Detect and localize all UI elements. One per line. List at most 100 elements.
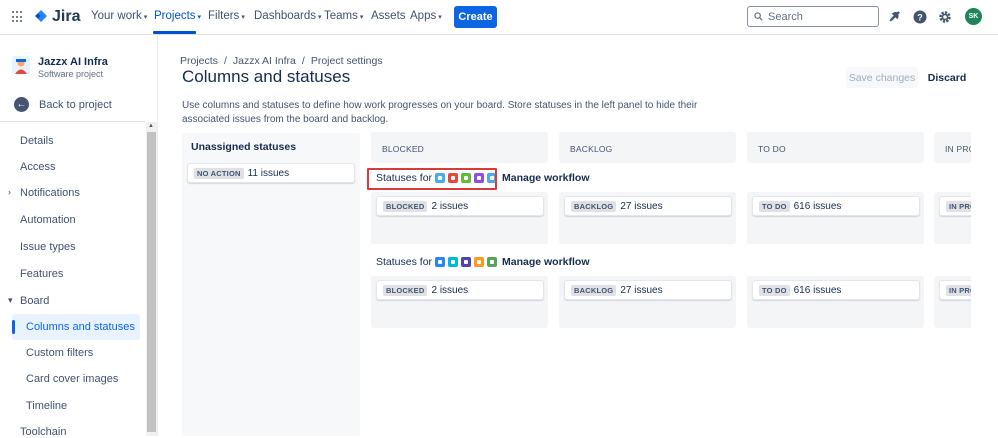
sidebar-item-details[interactable]: Details (20, 135, 54, 147)
manage-workflow-link[interactable]: Manage workflow (502, 172, 590, 184)
column-header-backlog[interactable]: BACKLOG (559, 132, 736, 163)
group-2-cell-to-do: TO DO 616 issues (747, 276, 924, 328)
status-lozenge: NO ACTION (194, 167, 244, 179)
nav-your-work[interactable]: Your work ▾ (91, 10, 147, 22)
status-card[interactable]: IN PRO (939, 196, 971, 216)
nav-projects[interactable]: Projects ▾ (154, 10, 201, 22)
chevron-down-icon: ▾ (143, 14, 148, 21)
jira-mark-icon (35, 10, 47, 22)
top-navigation: Jira Your work ▾ Projects ▾ Filters ▾ Dashb… (0, 0, 998, 35)
breadcrumb-project[interactable]: Jazzx AI Infra (233, 55, 296, 67)
breadcrumb-projects[interactable]: Projects (180, 55, 218, 67)
issue-type-icon (487, 257, 498, 267)
nav-teams[interactable]: Teams ▾ (324, 10, 363, 22)
status-card[interactable]: TO DO 616 issues (752, 280, 920, 300)
sidebar-active-indicator (12, 320, 15, 334)
nav-filters[interactable]: Filters ▾ (208, 10, 245, 22)
issue-count: 27 issues (620, 200, 663, 212)
issue-count: 616 issues (793, 284, 842, 296)
sidebar-item-features[interactable]: Features (20, 268, 63, 280)
status-card[interactable]: BLOCKED 2 issues (376, 280, 544, 300)
column-header-in-progress[interactable]: IN PRO (934, 132, 971, 163)
discard-button[interactable]: Discard (924, 67, 970, 88)
group-1-cell-blocked: BLOCKED 2 issues (371, 192, 548, 244)
sidebar-item-automation[interactable]: Automation (20, 214, 76, 226)
highlight-annotation-box (367, 168, 497, 190)
app-switcher-icon[interactable] (12, 11, 24, 23)
status-card[interactable]: TO DO 616 issues (752, 196, 920, 216)
issue-count: 11 issues (247, 167, 290, 179)
status-lozenge: TO DO (759, 284, 790, 296)
status-card[interactable]: IN PRO (939, 280, 971, 300)
scroll-up-arrow-icon[interactable]: ▲ (148, 123, 154, 129)
statuses-for-group-2: Statuses for (376, 256, 498, 268)
project-type: Software project (38, 69, 104, 79)
sidebar-item-issue-types[interactable]: Issue types (20, 241, 76, 253)
sidebar-item-columns-and-statuses[interactable]: Columns and statuses (26, 321, 135, 333)
status-card-no-action[interactable]: NO ACTION 11 issues (187, 163, 355, 183)
column-header-to-do[interactable]: TO DO (747, 132, 924, 163)
app-name: Jira (52, 8, 81, 25)
nav-assets[interactable]: Assets (371, 10, 406, 22)
sidebar-divider (0, 121, 145, 122)
group-2-cell-backlog: BACKLOG 27 issues (559, 276, 736, 328)
sidebar-item-timeline[interactable]: Timeline (26, 400, 67, 412)
sidebar-item-card-cover-images[interactable]: Card cover images (26, 373, 118, 385)
issue-type-icon (448, 257, 459, 267)
status-lozenge: TO DO (759, 200, 790, 212)
issue-type-icon (461, 257, 472, 267)
status-lozenge: IN PRO (946, 200, 971, 212)
group-2-cell-blocked: BLOCKED 2 issues (371, 276, 548, 328)
column-header-blocked[interactable]: BLOCKED (371, 132, 548, 163)
unassigned-statuses-panel: Unassigned statuses NO ACTION 11 issues (182, 133, 360, 436)
status-lozenge: BACKLOG (571, 284, 617, 296)
help-icon[interactable]: ? (911, 8, 928, 25)
arrow-left-icon: ← (14, 97, 29, 112)
chevron-down-icon[interactable]: ▾ (8, 295, 13, 306)
status-card[interactable]: BLOCKED 2 issues (376, 196, 544, 216)
save-changes-button[interactable]: Save changes (846, 67, 918, 88)
search-input[interactable]: Search (747, 6, 879, 27)
status-card[interactable]: BACKLOG 27 issues (564, 196, 732, 216)
group-1-cell-backlog: BACKLOG 27 issues (559, 192, 736, 244)
nav-dashboards[interactable]: Dashboards ▾ (254, 10, 322, 22)
sidebar-item-board[interactable]: Board (20, 295, 49, 307)
back-to-project-link[interactable]: ← Back to project (14, 97, 112, 112)
issue-count: 2 issues (431, 284, 469, 296)
project-avatar (12, 56, 30, 74)
issue-type-icon (474, 257, 485, 267)
status-lozenge: BLOCKED (383, 284, 428, 296)
user-avatar[interactable]: SK (965, 8, 982, 25)
settings-gear-icon[interactable] (936, 8, 953, 25)
notifications-icon[interactable] (886, 8, 903, 25)
issue-count: 616 issues (793, 200, 842, 212)
breadcrumb-project-settings[interactable]: Project settings (311, 55, 383, 67)
jira-logo[interactable]: Jira (34, 8, 80, 26)
chevron-down-icon: ▾ (241, 14, 245, 21)
manage-workflow-link[interactable]: Manage workflow (502, 256, 590, 268)
chevron-down-icon: ▾ (318, 14, 322, 21)
chevron-right-icon[interactable]: › (8, 187, 11, 197)
page-title: Columns and statuses (182, 67, 351, 86)
project-header[interactable]: Jazzx AI Infra Software project (12, 56, 108, 79)
create-button[interactable]: Create (454, 6, 497, 28)
group-1-cell-to-do: TO DO 616 issues (747, 192, 924, 244)
page-description: Use columns and statuses to define how w… (182, 100, 698, 125)
sidebar-item-access[interactable]: Access (20, 161, 55, 173)
issue-type-icon (435, 257, 446, 267)
chevron-down-icon: ▾ (359, 14, 364, 21)
project-name: Jazzx AI Infra (38, 56, 108, 68)
sidebar-item-notifications[interactable]: Notifications (20, 187, 80, 199)
status-lozenge: BACKLOG (571, 200, 617, 212)
svg-text:?: ? (917, 12, 923, 22)
nav-apps[interactable]: Apps ▾ (410, 10, 442, 22)
search-icon (754, 12, 763, 21)
issue-count: 2 issues (431, 200, 469, 212)
active-nav-indicator (153, 31, 196, 34)
sidebar-item-toolchain[interactable]: Toolchain (20, 426, 66, 438)
status-lozenge: BLOCKED (383, 200, 428, 212)
group-2-cell-in-progress: IN PRO (934, 276, 971, 328)
sidebar-item-custom-filters[interactable]: Custom filters (26, 347, 93, 359)
sidebar-scrollbar-thumb[interactable] (147, 132, 156, 432)
status-card[interactable]: BACKLOG 27 issues (564, 280, 732, 300)
